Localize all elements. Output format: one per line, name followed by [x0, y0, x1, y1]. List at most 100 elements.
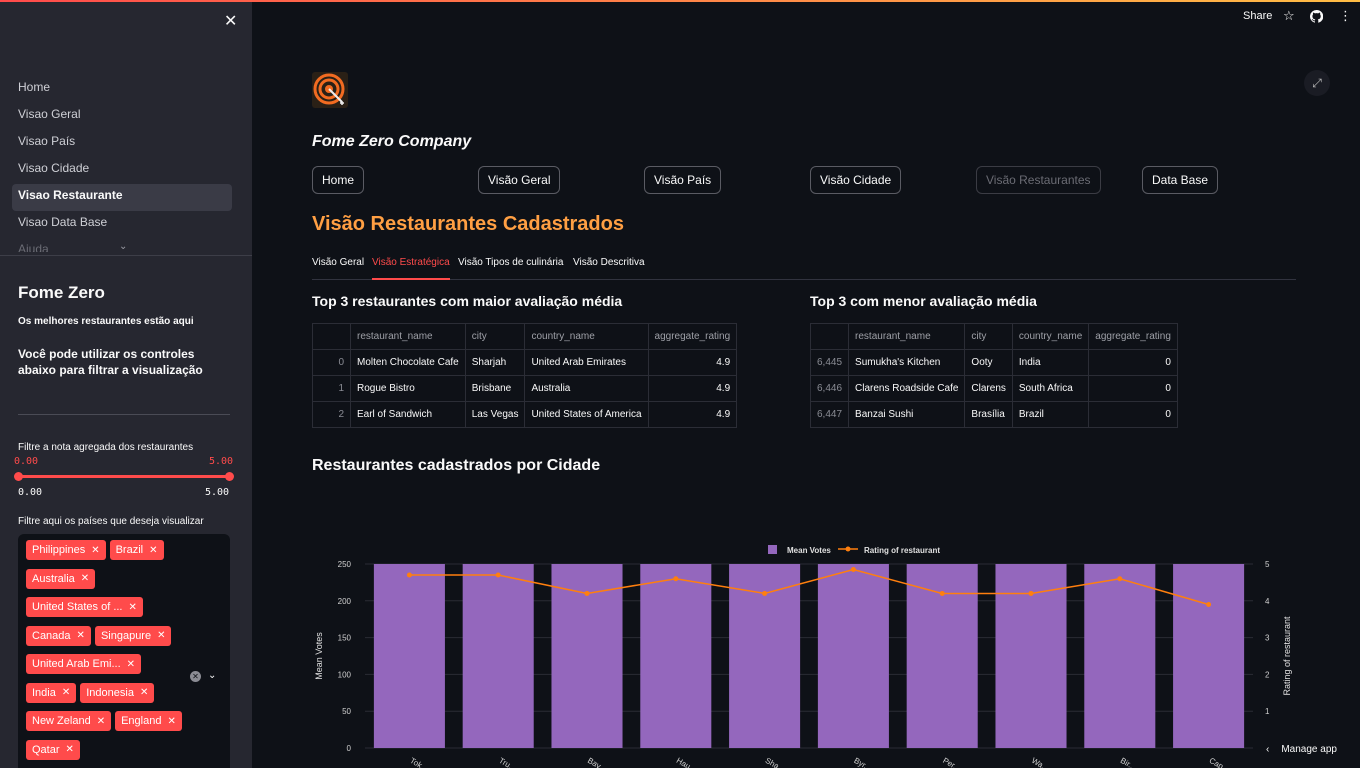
country-tag[interactable]: Indonesia ✕	[80, 682, 155, 703]
remove-tag-icon[interactable]: ✕	[66, 744, 74, 755]
remove-tag-icon[interactable]: ✕	[97, 716, 105, 727]
remove-tag-icon[interactable]: ✕	[127, 659, 135, 670]
rating-point	[850, 567, 856, 573]
country-tag[interactable]: Australia ✕	[26, 568, 96, 589]
sidebar-item-home[interactable]: Home	[12, 76, 232, 103]
remove-tag-icon[interactable]: ✕	[62, 687, 70, 698]
table-row[interactable]: 6,447 Banzai Sushi Brasília Brazil 0	[809, 401, 1178, 428]
country-multiselect[interactable]: Philippines ✕ Brazil ✕ Australia ✕ United Stat…	[18, 534, 230, 768]
country-tag[interactable]: Singapure ✕	[94, 625, 172, 646]
close-sidebar-icon[interactable]: ✕	[224, 11, 237, 31]
remove-tag-icon[interactable]: ✕	[140, 687, 148, 698]
clear-icon[interactable]: ✕	[190, 671, 201, 682]
country-tag-label: Philippines	[32, 544, 86, 556]
remove-tag-icon[interactable]: ✕	[91, 545, 99, 556]
table-row[interactable]: 2 Earl of Sandwich Las Vegas United States …	[312, 401, 738, 428]
country-tag[interactable]: Philippines ✕	[26, 540, 106, 560]
share-button[interactable]: Share	[1243, 10, 1272, 22]
table-cell: South Africa	[1011, 375, 1090, 402]
home-button[interactable]: Home	[312, 166, 365, 194]
star-icon[interactable]: ☆	[1283, 8, 1295, 24]
country-tag-label: Brazil	[115, 544, 144, 556]
country-tag[interactable]: New Zeland ✕	[26, 711, 112, 731]
table-row[interactable]: 6,446 Clarens Roadside Cafe Clarens South A…	[809, 375, 1178, 402]
rating-slider-label: Filtre a nota agregada dos restaurantes	[18, 442, 194, 453]
tab-visao-estrategica[interactable]: Visão Estratégica	[372, 256, 450, 280]
github-icon[interactable]	[1309, 9, 1324, 26]
x-tick-label: Wa...	[1030, 756, 1050, 768]
bar	[1084, 564, 1156, 748]
row-index: 1	[312, 375, 351, 402]
country-tag[interactable]: England ✕	[115, 711, 182, 731]
country-tag[interactable]: Qatar ✕	[26, 739, 80, 760]
slider-thumb-high[interactable]	[225, 472, 234, 481]
tab-visao-tipos-culinaria[interactable]: Visão Tipos de culinária	[458, 256, 563, 280]
table-cell: Ooty	[964, 349, 1013, 376]
remove-tag-icon[interactable]: ✕	[81, 573, 89, 584]
country-tag-label: Qatar	[32, 743, 60, 756]
visao-cidade-button[interactable]: Visão Cidade	[810, 166, 902, 194]
rating-point	[584, 590, 590, 596]
table-row[interactable]: 6,445 Sumukha's Kitchen Ooty India 0	[809, 349, 1178, 376]
country-tag[interactable]: United States of ... ✕	[26, 597, 143, 617]
fullscreen-icon[interactable]: ⤢	[1304, 70, 1330, 96]
chevron-down-icon[interactable]: ⌄	[208, 670, 216, 681]
x-tick-label: Tok...	[408, 756, 429, 768]
column-header[interactable]: aggregate_rating	[647, 323, 738, 350]
manage-app-button[interactable]: ‹ Manage app	[1266, 744, 1337, 755]
x-tick-label: Sha...	[764, 756, 787, 768]
sidebar-item-visao-restaurante[interactable]: Visao Restaurante	[12, 184, 232, 211]
sidebar-divider	[0, 255, 252, 256]
top-restaurants-table[interactable]: restaurant_name city country_name aggregate…	[312, 323, 738, 428]
sidebar: ✕ Home Visao Geral Visao País Visao Cida…	[0, 0, 252, 768]
column-header[interactable]: city	[964, 323, 1013, 350]
row-index: 6,445	[809, 349, 850, 376]
country-tag[interactable]: United Arab Emi... ✕	[26, 654, 142, 674]
bottom-restaurants-title: Top 3 com menor avaliação média	[810, 293, 1037, 309]
country-tag[interactable]: Brazil ✕	[109, 540, 164, 560]
remove-tag-icon[interactable]: ✕	[167, 716, 175, 727]
chevron-down-icon[interactable]: ⌄	[119, 241, 127, 252]
rating-slider-track[interactable]	[18, 475, 230, 478]
table-row[interactable]: 0 Molten Chocolate Cafe Sharjah United Arab…	[312, 349, 738, 376]
column-header[interactable]: country_name	[1011, 323, 1090, 350]
x-tick-label: Hau...	[675, 756, 698, 768]
column-header[interactable]: restaurant_name	[848, 323, 966, 350]
table-row[interactable]: 1 Rogue Bistro Brisbane Australia 4.9	[312, 375, 738, 402]
column-header[interactable]: restaurant_name	[350, 323, 466, 350]
table-cell: Brisbane	[464, 375, 526, 402]
remove-tag-icon[interactable]: ✕	[157, 630, 165, 641]
sidebar-item-visao-pais[interactable]: Visao País	[12, 130, 232, 157]
legend-mean-votes: Mean Votes	[787, 546, 831, 555]
table-cell: Molten Chocolate Cafe	[350, 349, 466, 376]
tab-visao-descritiva[interactable]: Visão Descritiva	[573, 256, 645, 280]
tab-visao-geral[interactable]: Visão Geral	[312, 256, 364, 280]
rating-point	[406, 572, 412, 578]
visao-pais-button[interactable]: Visão País	[644, 166, 722, 194]
bottom-restaurants-table[interactable]: restaurant_name city country_name aggregate…	[809, 323, 1178, 428]
x-tick-label: Byr...	[852, 756, 872, 768]
visao-geral-button[interactable]: Visão Geral	[478, 166, 561, 194]
column-header[interactable]: city	[464, 323, 526, 350]
visao-restaurantes-button[interactable]: Visão Restaurantes	[976, 166, 1101, 194]
column-header[interactable]	[312, 323, 351, 350]
country-tag[interactable]: Canada ✕	[26, 625, 91, 646]
column-header[interactable]: aggregate_rating	[1088, 323, 1178, 350]
remove-tag-icon[interactable]: ✕	[77, 630, 85, 641]
remove-tag-icon[interactable]: ✕	[129, 602, 137, 613]
remove-tag-icon[interactable]: ✕	[149, 545, 157, 556]
restaurants-by-city-chart[interactable]: 0 50 100 150 200 250 1 2 3 4 5 Tok... Tru... Bav... Ha…	[300, 535, 1310, 768]
slider-thumb-low[interactable]	[14, 472, 23, 481]
sidebar-item-visao-cidade[interactable]: Visao Cidade	[12, 157, 232, 184]
data-base-button[interactable]: Data Base	[1142, 166, 1219, 194]
column-header[interactable]	[809, 323, 850, 350]
kebab-menu-icon[interactable]: ⋮	[1339, 8, 1352, 24]
sidebar-item-visao-geral[interactable]: Visao Geral	[12, 103, 232, 130]
column-header[interactable]: country_name	[524, 323, 649, 350]
row-index: 2	[312, 401, 351, 428]
country-tag[interactable]: India ✕	[26, 682, 77, 703]
bar	[373, 564, 445, 748]
sidebar-item-visao-data-base[interactable]: Visao Data Base	[12, 211, 232, 238]
tab-bar: Visão Geral Visão Estratégica Visão Tipo…	[312, 256, 1296, 280]
y2-tick-label: 1	[1265, 707, 1270, 716]
